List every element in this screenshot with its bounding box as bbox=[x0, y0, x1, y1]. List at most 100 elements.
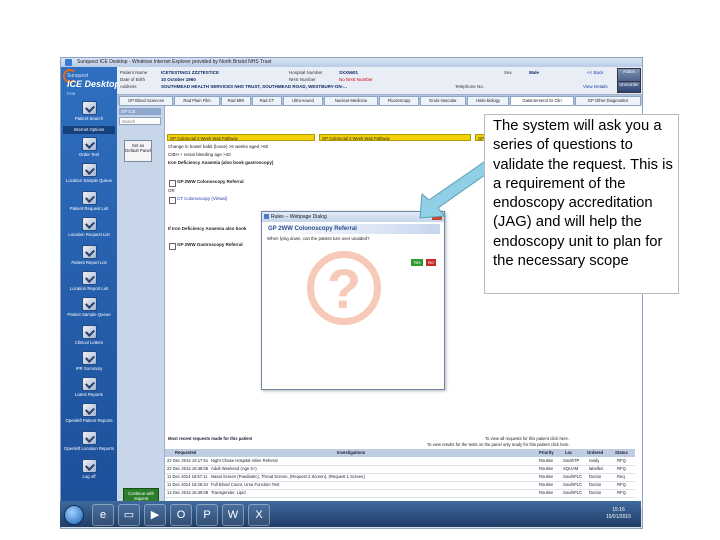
table-row[interactable]: 22 Dec 2014 16:17:51 Night Chase Hospital… bbox=[165, 458, 635, 466]
location-request-list-icon bbox=[81, 217, 97, 231]
nhs-number-label: NHS Number bbox=[289, 77, 316, 82]
instruction-callout: The system will ask you a series of ques… bbox=[484, 114, 679, 294]
action-button[interactable]: Action bbox=[617, 68, 641, 82]
table-row[interactable]: 22 Dec 2014 16:48:06 Adult Weekend (Age 5… bbox=[165, 466, 635, 474]
hospital-number-label: Hospital Number bbox=[289, 70, 323, 75]
ct-colonoscopy-checkbox[interactable] bbox=[169, 197, 176, 204]
tab-rad-mri[interactable]: Rad MRI bbox=[221, 96, 251, 106]
sidebar-item-order-test[interactable]: Order Test bbox=[63, 137, 115, 161]
sidebar-item-location-sample-queue[interactable]: Location Sample Queue bbox=[63, 163, 115, 187]
callout-text: The system will ask you a series of ques… bbox=[493, 118, 673, 270]
criteria-3: Iron Deficiency Anaemia (also book gastr… bbox=[168, 160, 274, 165]
sidebar-item-patient-search[interactable]: Patient Search bbox=[63, 101, 115, 125]
file-explorer-icon[interactable]: ▭ bbox=[118, 504, 140, 526]
table-row[interactable]: 12 Dec 2014 16:39:08 Transgender, Lipid Ro… bbox=[165, 490, 635, 498]
logo-edition: PCB bbox=[67, 91, 76, 96]
clock-time: 15:16 bbox=[612, 507, 625, 513]
table-row[interactable]: 11 Dec 2014 16:36:34 Full Blood Count, Ur… bbox=[165, 482, 635, 490]
callout-arrow bbox=[419, 161, 492, 219]
start-button[interactable] bbox=[64, 505, 84, 525]
ipr-summary-icon bbox=[81, 351, 97, 365]
internet-explorer-icon[interactable]: e bbox=[92, 504, 114, 526]
table-row[interactable]: 11 Dec 2014 16:57:11 Nasal Screen (Paedia… bbox=[165, 474, 635, 482]
sidebar-item-openleft-location-reports[interactable]: Openleft Location Reports bbox=[63, 431, 115, 455]
panel-search-input[interactable]: Search bbox=[119, 117, 161, 125]
tab-fluoroscopy[interactable]: Fluoroscopy bbox=[379, 96, 419, 106]
dob-label: Date of Birth bbox=[120, 77, 146, 82]
question-mark-icon: ? bbox=[307, 251, 381, 325]
clinical-letters-icon bbox=[81, 325, 97, 339]
view-details-link[interactable]: View Details bbox=[583, 84, 608, 90]
address-value: SOUTHMEAD HEALTH SERVICES NHS TRUST, SOU… bbox=[161, 84, 347, 89]
patient-request-list-icon bbox=[81, 191, 97, 205]
sidebar-item-location-report-list[interactable]: Location Report List bbox=[63, 271, 115, 295]
sidebar-item-patient-request-list[interactable]: Patient Request List bbox=[63, 191, 115, 215]
colonoscopy-checkbox[interactable] bbox=[169, 180, 176, 187]
results-heading: Most recent requests made for this patie… bbox=[168, 436, 253, 441]
sidebar-item-log-off[interactable]: Log off bbox=[63, 459, 115, 483]
excel-icon[interactable]: X bbox=[248, 504, 270, 526]
tab-nuclear-medicine[interactable]: Nuclear Medicine bbox=[324, 96, 378, 106]
sidebar-item-patient-sample-queue[interactable]: Patient Sample Queue bbox=[63, 297, 115, 321]
telephone-label: Telephone No. bbox=[455, 84, 485, 89]
option-gastroscopy: GP 2WW Gastroscopy Referral bbox=[177, 242, 243, 247]
rules-dialog: Rules -- Webpage Dialog x GP 2WW Colonos… bbox=[261, 211, 445, 390]
tab-rad-ct[interactable]: Rad CT bbox=[252, 96, 282, 106]
nhs-number-value: No NHS Number bbox=[339, 77, 373, 82]
set-default-panel-button[interactable]: Set as Default Panel bbox=[124, 140, 152, 162]
openleft-patient-reports-icon bbox=[81, 403, 97, 417]
criteria-1: Change in bowel habit (loose) >6 weeks a… bbox=[168, 144, 269, 149]
sex-label: Sex bbox=[504, 70, 512, 75]
criteria-4: If Iron Deficiency Anaemia also book bbox=[168, 226, 247, 231]
arrow-shape bbox=[419, 161, 492, 219]
pathway-bar-1: GP Colorectal 2 Week Wait Pathway bbox=[167, 134, 315, 141]
word-icon[interactable]: W bbox=[222, 504, 244, 526]
tab-rad-plain-film[interactable]: Rad Plain Film bbox=[174, 96, 220, 106]
tab-blood-sciences[interactable]: GP Blood Sciences bbox=[119, 96, 173, 106]
window-titlebar: Sunquest ICE Desktop - Windows Internet … bbox=[61, 58, 642, 67]
patient-name-value: ICETESTING1 ZZZTESTICE bbox=[161, 70, 220, 75]
sidebar-item-openleft-patient-reports[interactable]: Openleft Patient Reports bbox=[63, 403, 115, 427]
sidebar-item-location-request-list[interactable]: Location Request List bbox=[63, 217, 115, 241]
tab-histo-biology[interactable]: Histo-biology bbox=[467, 96, 509, 106]
sidebar-item-patient-report-list[interactable]: Patient Report List bbox=[63, 245, 115, 269]
log-off-icon bbox=[81, 459, 97, 473]
gastroscopy-checkbox[interactable] bbox=[169, 243, 176, 250]
panel-list: GP ICE Search Set as Default Panel bbox=[117, 106, 165, 508]
outlook-icon[interactable]: O bbox=[170, 504, 192, 526]
sidebar: Sunquest ICE Desktop PCB Patient Search … bbox=[61, 67, 120, 508]
patient-header: Patient Name ICETESTING1 ZZZTESTICE Date… bbox=[117, 67, 642, 95]
unreorder-button[interactable]: Unreorder bbox=[617, 81, 641, 93]
openleft-location-reports-icon bbox=[81, 431, 97, 445]
powerpoint-icon[interactable]: P bbox=[196, 504, 218, 526]
panel-tabs: GP Blood Sciences Rad Plain Film Rad MRI… bbox=[117, 95, 642, 106]
option-colonoscopy: GP 2WW Colonoscopy Referral bbox=[177, 179, 244, 184]
patient-sample-queue-icon bbox=[81, 297, 97, 311]
sunquest-logo: Sunquest ICE Desktop PCB bbox=[63, 69, 120, 99]
clock-date: 15/01/2015 bbox=[605, 514, 631, 520]
location-sample-queue-icon bbox=[81, 163, 97, 177]
tab-gp-other-diagnostics[interactable]: GP Other Diagnostics bbox=[575, 96, 641, 106]
dialog-question: When lying down, can the patient turn ov… bbox=[267, 236, 370, 241]
option-ct-colonoscopy[interactable]: CT Colonoscopy (Virtual) bbox=[177, 196, 227, 202]
sidebar-item-latest-reports[interactable]: Latest Reports bbox=[63, 377, 115, 401]
order-test-icon bbox=[81, 137, 97, 151]
tab-gastroenterol[interactable]: Gastroenterol GI Clin bbox=[510, 96, 574, 106]
dialog-icon bbox=[264, 214, 269, 219]
patient-report-list-icon bbox=[81, 245, 97, 259]
view-new-link[interactable]: To view results for the tests on the pan… bbox=[427, 442, 570, 448]
yes-button[interactable]: Yes bbox=[411, 259, 423, 266]
tab-ultra-sound[interactable]: Ultra-sound bbox=[283, 96, 323, 106]
ie-icon bbox=[65, 59, 72, 66]
tab-endo-vascular[interactable]: Endo-Vascular bbox=[420, 96, 466, 106]
back-link[interactable]: << Back bbox=[587, 70, 604, 76]
no-button[interactable]: No bbox=[426, 259, 436, 266]
address-label: Address bbox=[120, 84, 137, 89]
logo-product: ICE Desktop bbox=[67, 79, 121, 89]
patient-name-label: Patient Name bbox=[120, 70, 148, 75]
location-report-list-icon bbox=[81, 271, 97, 285]
sidebar-item-clinical-letters[interactable]: Clinical Letters bbox=[63, 325, 115, 349]
media-player-icon[interactable]: ▶ bbox=[144, 504, 166, 526]
sidebar-item-internet-options[interactable]: Internet Options bbox=[63, 126, 115, 134]
sidebar-item-ipr-summary[interactable]: IPR Summary bbox=[63, 351, 115, 375]
